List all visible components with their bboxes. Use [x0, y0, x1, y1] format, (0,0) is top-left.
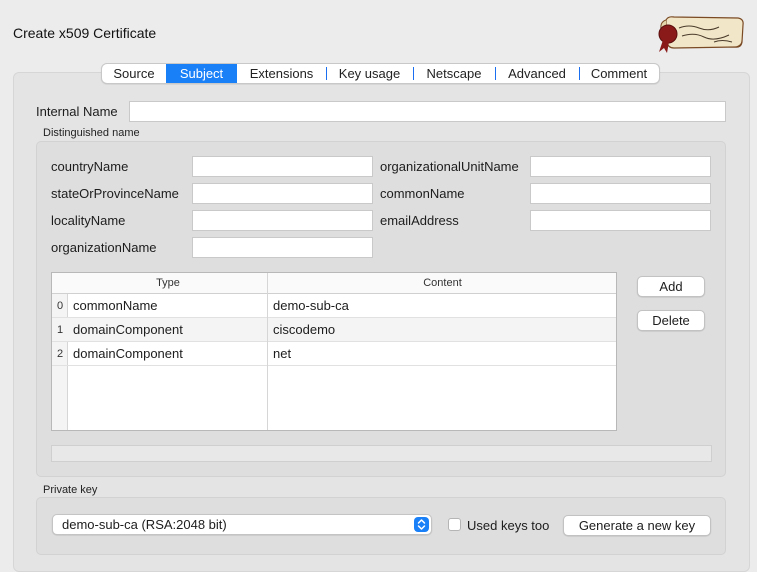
table-row[interactable]: 1 domainComponent ciscodemo	[52, 318, 616, 342]
common-name-input[interactable]	[530, 183, 711, 204]
progress-bar	[51, 445, 712, 462]
column-header-content[interactable]: Content	[268, 273, 617, 294]
delete-button[interactable]: Delete	[637, 310, 705, 331]
common-name-label: commonName	[380, 186, 465, 201]
column-header-type[interactable]: Type	[68, 273, 268, 294]
state-name-input[interactable]	[192, 183, 373, 204]
table-header: Type Content	[52, 273, 616, 294]
add-button[interactable]: Add	[637, 276, 705, 297]
table-row[interactable]: 2 domainComponent net	[52, 342, 616, 366]
cell-type[interactable]: commonName	[73, 294, 158, 318]
subject-entries-table[interactable]: Type Content 0 commonName demo-sub-ca 1 …	[51, 272, 617, 431]
tab-netscape[interactable]: Netscape	[413, 64, 495, 83]
internal-name-input[interactable]	[129, 101, 726, 122]
generate-new-key-button[interactable]: Generate a new key	[563, 515, 711, 536]
org-unit-name-label: organizationalUnitName	[380, 159, 519, 174]
organization-name-input[interactable]	[192, 237, 373, 258]
row-index: 2	[56, 348, 64, 360]
org-unit-name-input[interactable]	[530, 156, 711, 177]
email-address-label: emailAddress	[380, 213, 459, 228]
row-index: 0	[56, 300, 64, 312]
email-address-input[interactable]	[530, 210, 711, 231]
distinguished-name-title: Distinguished name	[43, 127, 140, 139]
row-index: 1	[56, 324, 64, 336]
cell-content[interactable]: demo-sub-ca	[273, 294, 349, 318]
table-row[interactable]: 0 commonName demo-sub-ca	[52, 294, 616, 318]
chevron-up-down-icon	[414, 517, 429, 532]
tab-subject[interactable]: Subject	[166, 64, 237, 83]
private-key-selected-value: demo-sub-ca (RSA:2048 bit)	[62, 517, 227, 532]
used-keys-label[interactable]: Used keys too	[467, 518, 549, 533]
internal-name-label: Internal Name	[36, 104, 118, 119]
scroll-seal-logo-icon	[654, 12, 746, 54]
window-title: Create x509 Certificate	[13, 25, 157, 41]
cell-type[interactable]: domainComponent	[73, 342, 183, 366]
tab-key-usage[interactable]: Key usage	[326, 64, 413, 83]
locality-name-input[interactable]	[192, 210, 373, 231]
cell-type[interactable]: domainComponent	[73, 318, 183, 342]
tab-extensions[interactable]: Extensions	[237, 64, 326, 83]
column-divider	[267, 273, 268, 430]
private-key-select[interactable]: demo-sub-ca (RSA:2048 bit)	[52, 514, 432, 535]
locality-name-label: localityName	[51, 213, 126, 228]
state-name-label: stateOrProvinceName	[51, 186, 179, 201]
country-name-input[interactable]	[192, 156, 373, 177]
country-name-label: countryName	[51, 159, 129, 174]
tab-comment[interactable]: Comment	[579, 64, 659, 83]
cell-content[interactable]: ciscodemo	[273, 318, 335, 342]
tab-source[interactable]: Source	[102, 64, 166, 83]
cell-content[interactable]: net	[273, 342, 291, 366]
private-key-title: Private key	[43, 484, 98, 496]
organization-name-label: organizationName	[51, 240, 157, 255]
tab-advanced[interactable]: Advanced	[495, 64, 579, 83]
tab-bar: Source Subject Extensions Key usage Nets…	[101, 63, 660, 84]
used-keys-checkbox[interactable]	[448, 518, 461, 531]
